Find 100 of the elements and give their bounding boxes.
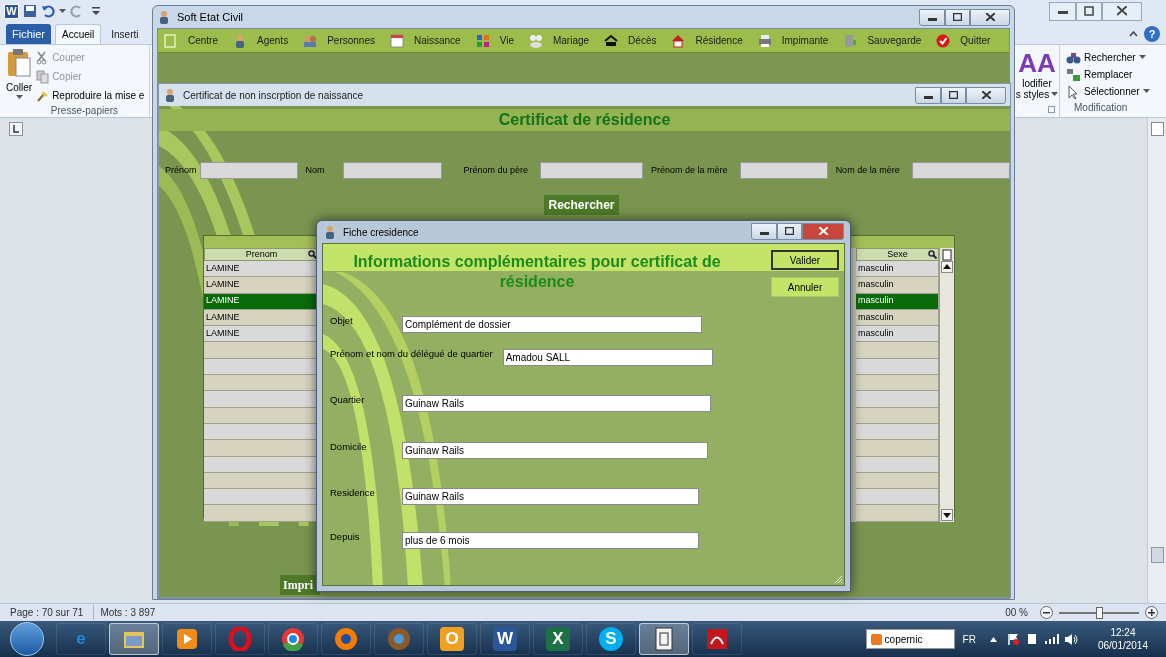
text-field[interactable]: Guinaw Rails xyxy=(402,442,708,459)
menu-item[interactable]: Personnes xyxy=(303,33,375,48)
scroll-down-icon[interactable] xyxy=(941,508,953,521)
flag-icon[interactable] xyxy=(1006,633,1019,645)
dialog-button[interactable]: Annuler xyxy=(771,277,839,297)
minimize-button[interactable] xyxy=(751,222,777,240)
search-icon[interactable] xyxy=(928,250,937,259)
dialog-launcher-icon[interactable] xyxy=(1048,106,1055,113)
file-tab[interactable]: Fichier xyxy=(6,24,51,44)
text-field[interactable]: Complément de dossier xyxy=(402,316,702,333)
search-field[interactable] xyxy=(739,162,828,179)
ribbon-tab[interactable]: Accueil xyxy=(55,24,102,44)
column-header[interactable]: Prenom xyxy=(204,248,319,261)
dialog-button[interactable]: Valider xyxy=(771,250,839,270)
clipboard-item[interactable]: Reproduire la mise e xyxy=(36,88,145,103)
device-icon[interactable] xyxy=(1026,633,1037,645)
show-hidden-icons-icon[interactable] xyxy=(989,636,997,642)
menu-item[interactable]: Impimante xyxy=(757,33,829,48)
paintbrush-icon xyxy=(36,88,50,103)
taskbar-button[interactable] xyxy=(321,623,371,655)
menu-item[interactable]: Naissance xyxy=(389,33,461,48)
scrollbar-thumb[interactable] xyxy=(1150,547,1164,563)
taskbar-button[interactable]: W xyxy=(480,623,530,655)
people-icon xyxy=(303,33,318,48)
tab-stop-icon[interactable] xyxy=(9,122,23,136)
caret-icon xyxy=(1051,92,1059,97)
menu-item[interactable]: Quitter xyxy=(936,33,991,48)
editing-item[interactable]: Remplacer xyxy=(1066,66,1148,83)
menu-item[interactable]: Décès xyxy=(604,33,657,48)
zoom-slider-thumb[interactable] xyxy=(1096,606,1103,619)
column-header[interactable]: Sexe xyxy=(856,248,939,261)
clock-date[interactable]: 06/01/2014 xyxy=(1097,639,1148,652)
close-button[interactable] xyxy=(966,86,1006,104)
field-label: Prénom xyxy=(165,163,197,177)
zoom-in-icon[interactable] xyxy=(1145,606,1158,619)
taskbar-button[interactable] xyxy=(162,623,212,655)
search-field[interactable] xyxy=(342,162,442,179)
pdf-icon xyxy=(705,627,729,651)
taskbar-button[interactable]: X xyxy=(533,623,583,655)
close-button[interactable] xyxy=(802,222,844,240)
scrollbar[interactable] xyxy=(939,248,954,522)
paste-button[interactable]: Coller xyxy=(6,48,33,103)
menu-item[interactable]: Vie xyxy=(475,33,514,48)
menu-item[interactable]: Agents xyxy=(233,33,289,48)
close-icon xyxy=(985,13,995,21)
clock-time[interactable]: 12:24 xyxy=(1110,626,1136,639)
delete-icon[interactable] xyxy=(941,248,953,261)
field-label: Nom xyxy=(305,163,325,177)
text-field[interactable]: Amadou SALL xyxy=(502,349,713,366)
restore-button[interactable] xyxy=(1076,1,1102,21)
signal-icon[interactable] xyxy=(1044,634,1059,644)
menu-item[interactable]: Mariage xyxy=(528,33,590,48)
spreadsheet-icon[interactable]: X xyxy=(546,627,570,651)
print-button[interactable]: Impri xyxy=(280,575,320,595)
collapse-ribbon-icon[interactable] xyxy=(1129,31,1138,37)
maximize-button[interactable] xyxy=(941,86,966,104)
scroll-up-icon[interactable] xyxy=(941,261,953,273)
help-button[interactable]: ? xyxy=(1144,26,1160,42)
scissors-icon xyxy=(36,50,50,65)
word-count: Mots : 3 897 xyxy=(99,606,157,620)
taskbar-button[interactable] xyxy=(268,623,318,655)
undo-icon[interactable] xyxy=(41,4,55,18)
word-app-icon[interactable]: W xyxy=(493,627,517,651)
text-field[interactable]: plus de 6 mois xyxy=(402,532,699,549)
text-field[interactable]: Guinaw Rails xyxy=(402,488,699,505)
search-icon[interactable] xyxy=(308,250,317,259)
window-title: Soft Etat Civil xyxy=(177,9,244,25)
start-button[interactable] xyxy=(10,622,44,656)
close-button[interactable] xyxy=(970,8,1010,26)
calendar-icon xyxy=(389,33,404,48)
speaker-icon[interactable] xyxy=(1064,633,1078,645)
resize-grip-icon[interactable] xyxy=(833,574,843,584)
minimize-button[interactable] xyxy=(915,86,941,104)
search-field[interactable] xyxy=(199,162,298,179)
customize-icon[interactable] xyxy=(92,6,100,16)
language-indicator[interactable]: FR xyxy=(962,631,976,647)
minimize-button[interactable] xyxy=(919,8,945,26)
taskbar-button[interactable] xyxy=(639,623,689,655)
maximize-button[interactable] xyxy=(945,8,970,26)
caret-icon xyxy=(1142,89,1150,94)
search-button[interactable]: Rechercher xyxy=(544,195,619,215)
search-field[interactable]: copernic xyxy=(865,629,955,649)
editing-item[interactable]: Rechercher xyxy=(1066,49,1148,66)
checkmark-icon xyxy=(936,33,951,48)
maximize-button[interactable] xyxy=(777,222,802,240)
taskbar-button[interactable] xyxy=(692,623,742,655)
editing-item[interactable]: Sélectionner xyxy=(1066,83,1148,100)
scrollbar[interactable] xyxy=(1147,118,1166,603)
close-button[interactable] xyxy=(1102,1,1142,21)
zoom-out-icon[interactable] xyxy=(1040,606,1053,619)
search-field[interactable] xyxy=(911,162,1010,179)
text-field[interactable]: Guinaw Rails xyxy=(402,395,711,412)
menu-item[interactable]: Sauvegarde xyxy=(843,33,922,48)
save-icon[interactable] xyxy=(23,4,37,18)
app-logo[interactable]: W xyxy=(4,3,19,19)
search-field[interactable] xyxy=(540,162,644,179)
ribbon-tab[interactable]: Inserti xyxy=(105,24,145,44)
menu-item[interactable]: Centre xyxy=(164,33,218,48)
minimize-button[interactable] xyxy=(1049,1,1076,21)
menu-item[interactable]: Résidence xyxy=(671,33,743,48)
